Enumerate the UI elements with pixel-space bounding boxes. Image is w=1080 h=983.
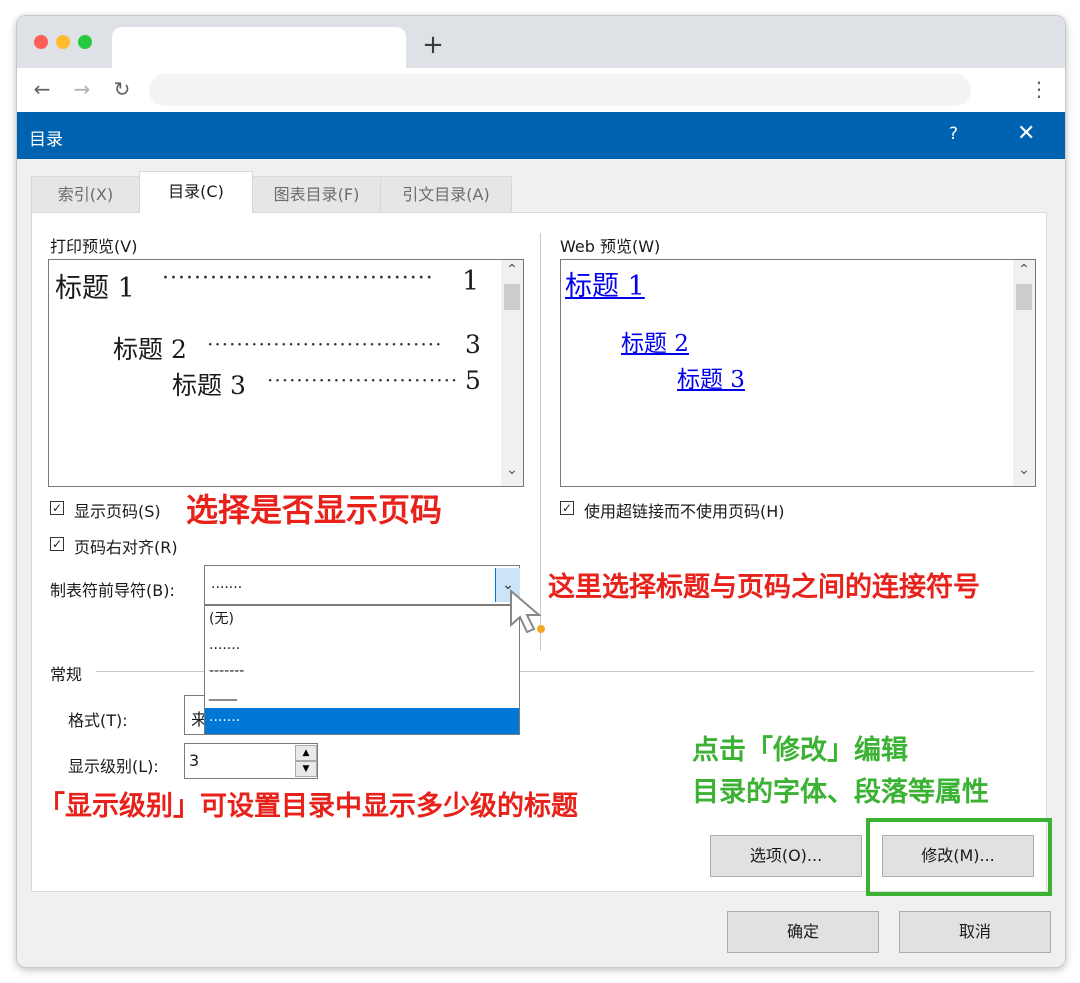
scroll-thumb[interactable]	[504, 284, 520, 310]
print-page-1: 1	[462, 266, 480, 297]
print-preview-scrollbar[interactable]: ⌃ ⌄	[501, 260, 523, 486]
scroll-up-icon[interactable]: ⌃	[501, 262, 523, 278]
scroll-down-icon[interactable]: ⌄	[501, 462, 523, 478]
scroll-down-icon[interactable]: ⌄	[1013, 462, 1035, 478]
right-align-checkbox[interactable]: ✓	[50, 537, 64, 551]
dialog-title-bar: 目录 ? ✕	[17, 112, 1065, 159]
browser-toolbar: ← → ↻ ⋮	[17, 68, 1065, 112]
print-page-2: 3	[465, 330, 481, 359]
forward-icon[interactable]: →	[69, 76, 95, 102]
dot-leader: ··································	[162, 266, 434, 291]
show-page-numbers-label[interactable]: 显示页码(S)	[74, 498, 161, 522]
mouse-cursor-icon	[510, 589, 545, 634]
levels-label: 显示级别(L):	[68, 757, 159, 776]
new-tab-icon[interactable]: +	[421, 30, 445, 60]
print-entry-3: 标题 3	[172, 371, 246, 400]
browser-tab-strip: +	[17, 16, 1065, 68]
menu-icon[interactable]: ⋮	[1029, 76, 1049, 102]
print-preview-label: 打印预览(V)	[50, 237, 138, 256]
scroll-thumb[interactable]	[1016, 284, 1032, 310]
web-entry-1[interactable]: 标题 1	[565, 264, 645, 303]
use-hyperlinks-checkbox[interactable]: ✓	[560, 501, 574, 515]
format-label: 格式(T):	[68, 711, 128, 730]
close-icon[interactable]: ✕	[1017, 121, 1035, 146]
dialog-title: 目录	[29, 130, 63, 150]
annotation-leader: 这里选择标题与页码之间的连接符号	[548, 572, 980, 603]
help-icon[interactable]: ?	[949, 124, 958, 144]
reload-icon[interactable]: ↻	[109, 76, 135, 102]
minimize-window-dot[interactable]	[56, 35, 70, 49]
leader-option[interactable]: ____	[205, 680, 519, 706]
print-preview-box: 标题 1 ·································· …	[48, 259, 524, 487]
tab-figures[interactable]: 图表目录(F)	[252, 176, 381, 212]
tab-leader-select[interactable]: ....... ⌄	[204, 565, 520, 605]
leader-option-selected[interactable]: ·······	[205, 708, 519, 734]
print-entry-2: 标题 2	[113, 335, 187, 364]
spin-up-icon[interactable]: ▲	[295, 745, 317, 761]
tab-index[interactable]: 索引(X)	[31, 176, 140, 212]
web-entry-3[interactable]: 标题 3	[677, 360, 745, 394]
spin-down-icon[interactable]: ▼	[295, 761, 317, 777]
annotation-levels: 「显示级别」可设置目录中显示多少级的标题	[38, 791, 578, 822]
show-page-numbers-checkbox[interactable]: ✓	[50, 501, 64, 515]
web-preview-box: 标题 1 标题 2 标题 3 ⌃ ⌄	[560, 259, 1036, 487]
scroll-up-icon[interactable]: ⌃	[1013, 262, 1035, 278]
general-label: 常规	[50, 665, 83, 684]
tab-leader-label: 制表符前导符(B):	[50, 581, 175, 600]
tab-toc[interactable]: 目录(C)	[139, 171, 253, 213]
annotation-modify-line1: 点击「修改」编辑	[692, 735, 908, 766]
close-window-dot[interactable]	[34, 35, 48, 49]
use-hyperlinks-label[interactable]: 使用超链接而不使用页码(H)	[584, 498, 785, 522]
print-entry-1: 标题 1	[55, 273, 135, 304]
cancel-button[interactable]: 取消	[899, 911, 1051, 953]
tab-leader-value: .......	[211, 576, 243, 592]
maximize-window-dot[interactable]	[78, 35, 92, 49]
annotation-show-page-numbers: 选择是否显示页码	[186, 491, 443, 529]
modify-highlight-frame	[866, 818, 1052, 896]
web-preview-scrollbar[interactable]: ⌃ ⌄	[1013, 260, 1035, 486]
tab-leader-dropdown: (无) ....... ------- ____ ·······	[204, 605, 520, 735]
annotation-modify-line2: 目录的字体、段落等属性	[692, 777, 989, 808]
address-bar[interactable]	[149, 74, 971, 106]
leader-option[interactable]: .......	[205, 632, 519, 658]
dot-leader: ································	[207, 332, 443, 356]
dot-leader: ································	[267, 368, 459, 392]
web-entry-2[interactable]: 标题 2	[621, 324, 689, 358]
levels-spinner[interactable]: 3 ▲ ▼	[184, 743, 318, 779]
options-button[interactable]: 选项(O)...	[710, 835, 862, 877]
right-align-label[interactable]: 页码右对齐(R)	[74, 534, 178, 558]
levels-value[interactable]: 3	[189, 751, 199, 770]
tab-citations[interactable]: 引文目录(A)	[380, 176, 512, 212]
print-page-3: 5	[465, 366, 481, 395]
back-icon[interactable]: ←	[29, 76, 55, 102]
tab-toc-label: 目录(C)	[168, 182, 224, 201]
ok-button[interactable]: 确定	[727, 911, 879, 953]
web-preview-label: Web 预览(W)	[560, 237, 661, 256]
leader-option[interactable]: (无)	[205, 606, 519, 632]
browser-tab[interactable]	[112, 27, 406, 68]
